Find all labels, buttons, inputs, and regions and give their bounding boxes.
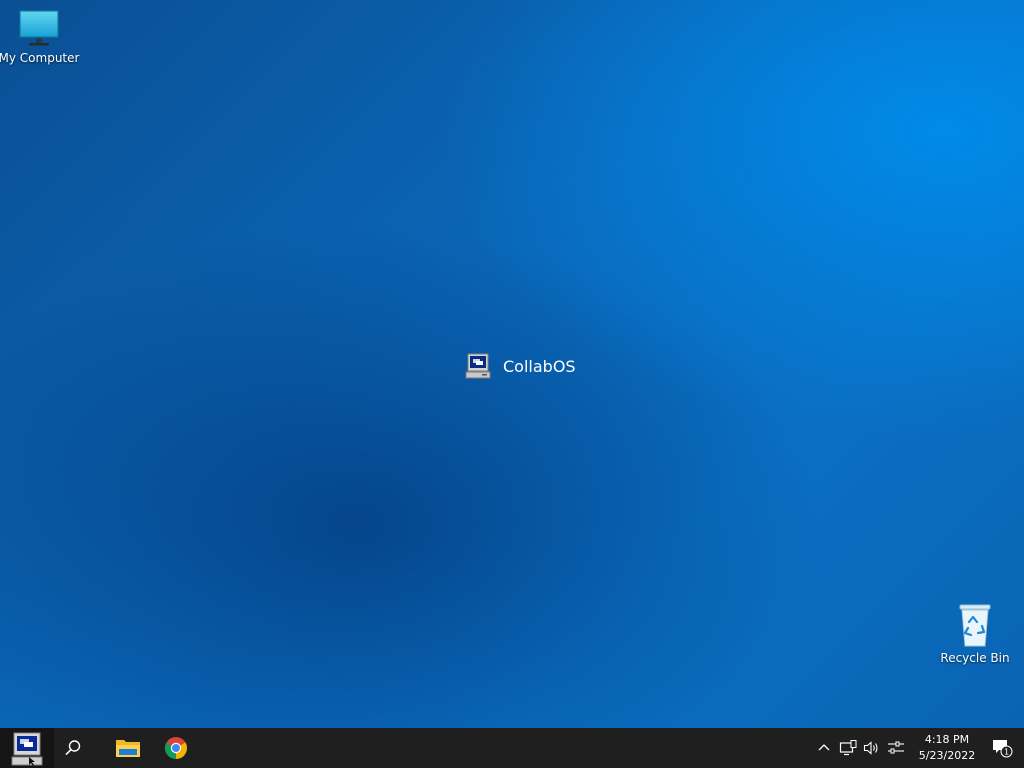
my-computer-label: My Computer [0,51,80,65]
network-icon [839,740,857,756]
search-button[interactable] [54,728,92,768]
collabos-label: CollabOS [503,356,576,376]
system-tray: 4:18 PM 5/23/2022 1 [812,728,1024,768]
taskbar: 4:18 PM 5/23/2022 1 [0,728,1024,768]
taskbar-chrome[interactable] [154,728,198,768]
file-explorer-icon [116,740,140,757]
desktop-icon-my-computer[interactable]: My Computer [0,8,80,65]
network-button[interactable] [836,728,860,768]
desktop-icon-recycle-bin[interactable]: Recycle Bin [940,602,1010,665]
chrome-icon [164,737,187,760]
notification-icon: 1 [993,740,1013,758]
notification-center-button[interactable]: 1 [980,728,1024,768]
recycle-bin-label: Recycle Bin [940,651,1010,665]
desktop: My Computer Recycle Bin CollabOS [0,0,1024,728]
search-icon [65,740,81,756]
clock-date: 5/23/2022 [918,749,976,762]
notification-count: 1 [1004,748,1009,757]
show-hidden-icons-button[interactable] [812,728,836,768]
settings-sliders-icon [888,741,904,754]
taskbar-clock[interactable]: 4:18 PM 5/23/2022 [914,728,980,768]
start-button[interactable] [0,728,54,768]
volume-icon [863,741,878,755]
taskbar-file-explorer[interactable] [106,728,150,768]
chevron-up-icon [818,744,830,751]
settings-sliders-button[interactable] [884,728,908,768]
clock-time: 4:18 PM [924,733,970,746]
collabos-start-icon [11,732,43,766]
collabos-logo: CollabOS [465,352,576,380]
monitor-icon [19,10,59,46]
recycle-bin-icon [959,604,991,647]
collabos-computer-icon [465,353,491,379]
volume-button[interactable] [860,728,884,768]
